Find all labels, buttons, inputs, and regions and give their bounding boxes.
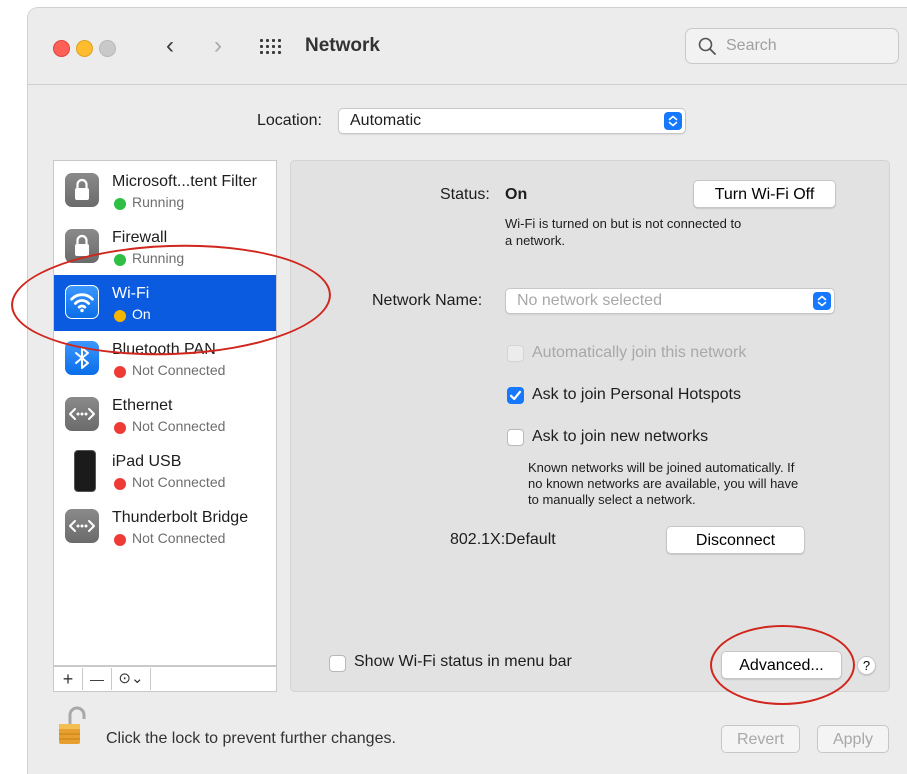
service-name: Thunderbolt Bridge — [112, 509, 249, 526]
service-actions-menu-button[interactable]: ⊙⌄ — [112, 668, 151, 690]
new-networks-checkbox[interactable] — [507, 429, 524, 446]
status-dot-red — [114, 366, 126, 378]
service-item-microsoft-content-filter[interactable]: Microsoft...tent Filter Running — [54, 163, 276, 219]
search-field[interactable] — [685, 28, 899, 64]
status-dot-red — [114, 478, 126, 490]
service-status: Not Connected — [132, 474, 226, 490]
ethernet-icon — [65, 397, 99, 431]
status-description-line1: Wi-Fi is turned on but is not connected … — [505, 216, 742, 231]
back-button[interactable]: ‹ — [166, 34, 174, 58]
checkmark-icon — [509, 390, 522, 401]
ethernet-icon — [65, 509, 99, 543]
new-networks-label: Ask to join new networks — [532, 428, 709, 445]
service-name: Microsoft...tent Filter — [112, 173, 257, 190]
status-value: On — [505, 186, 528, 203]
location-value: Automatic — [350, 112, 422, 129]
help-button[interactable]: ? — [857, 656, 876, 675]
lock-icon[interactable] — [56, 704, 86, 746]
add-service-button[interactable]: + — [54, 668, 83, 690]
close-window-button[interactable] — [53, 40, 70, 57]
apply-button[interactable]: Apply — [817, 725, 889, 753]
network-name-select[interactable]: No network selected — [505, 288, 835, 314]
service-name: Firewall — [112, 229, 168, 246]
status-dot-red — [114, 422, 126, 434]
dot1x-label: 802.1X: — [450, 531, 506, 548]
turn-wifi-off-button[interactable]: Turn Wi-Fi Off — [693, 180, 836, 208]
minimize-window-button[interactable] — [76, 40, 93, 57]
lock-icon — [65, 173, 99, 207]
new-networks-desc-line2: no known networks are available, you wil… — [528, 476, 799, 491]
title-bar: ‹ › Network — [28, 8, 907, 85]
remove-service-button[interactable]: — — [83, 668, 112, 690]
forward-button[interactable]: › — [214, 34, 222, 58]
updown-chevron-icon — [664, 112, 682, 130]
service-list-toolbar: + — ⊙⌄ — [53, 666, 277, 692]
wifi-detail-panel — [290, 160, 890, 692]
dot1x-value: Default — [505, 531, 556, 548]
service-name: Ethernet — [112, 397, 173, 414]
new-networks-desc-line3: to manually select a network. — [528, 492, 696, 507]
auto-join-checkbox[interactable] — [507, 345, 524, 362]
network-name-label: Network Name: — [372, 292, 483, 309]
lock-hint-text: Click the lock to prevent further change… — [106, 730, 396, 747]
revert-button[interactable]: Revert — [721, 725, 800, 753]
window-title: Network — [305, 35, 380, 56]
disconnect-button[interactable]: Disconnect — [666, 526, 805, 554]
service-item-ethernet[interactable]: Ethernet Not Connected — [54, 387, 276, 443]
network-service-list: Microsoft...tent Filter Running Firewall… — [53, 160, 277, 666]
show-wifi-status-checkbox[interactable] — [329, 655, 346, 672]
location-select[interactable]: Automatic — [338, 108, 686, 134]
service-item-thunderbolt-bridge[interactable]: Thunderbolt Bridge Not Connected — [54, 499, 276, 555]
show-all-grid-icon[interactable] — [260, 39, 286, 55]
status-dot-green — [114, 198, 126, 210]
network-name-placeholder: No network selected — [517, 292, 662, 309]
search-input[interactable] — [724, 36, 888, 56]
service-status: Running — [132, 194, 185, 210]
hotspots-checkbox[interactable] — [507, 387, 524, 404]
zoom-window-button[interactable] — [99, 40, 116, 57]
status-label: Status: — [440, 186, 490, 203]
service-status: Not Connected — [132, 362, 226, 378]
search-icon — [698, 37, 716, 55]
annotation-circle-advanced — [710, 625, 855, 705]
auto-join-label: Automatically join this network — [532, 344, 747, 361]
ipad-icon — [74, 450, 96, 492]
updown-chevron-icon — [813, 292, 831, 310]
service-status: Not Connected — [132, 418, 226, 434]
show-wifi-status-label: Show Wi-Fi status in menu bar — [354, 653, 572, 670]
service-status: Not Connected — [132, 530, 226, 546]
hotspots-label: Ask to join Personal Hotspots — [532, 386, 741, 403]
new-networks-desc-line1: Known networks will be joined automatica… — [528, 460, 795, 475]
status-dot-red — [114, 534, 126, 546]
service-item-ipad-usb[interactable]: iPad USB Not Connected — [54, 443, 276, 499]
location-label: Location: — [257, 112, 322, 129]
status-description-line2: a network. — [505, 233, 565, 248]
service-name: iPad USB — [112, 453, 182, 470]
